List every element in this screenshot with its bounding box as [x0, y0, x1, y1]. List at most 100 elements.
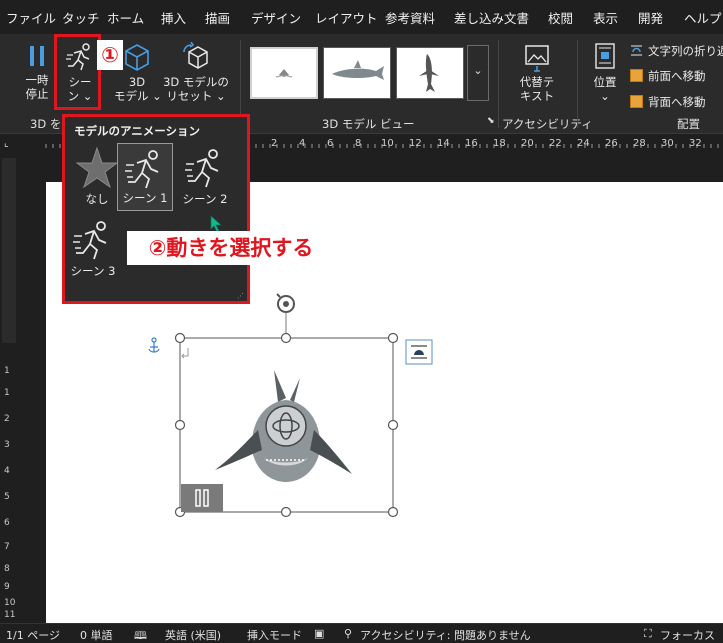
ruler-number: 8	[355, 138, 362, 149]
ruler-number: 26	[605, 138, 618, 149]
vruler-number: 8	[4, 564, 10, 574]
position-label: 位置	[593, 75, 617, 89]
pause-icon	[30, 46, 44, 66]
bring-forward-icon	[630, 69, 643, 82]
ruler-number: 10	[381, 138, 394, 149]
cube-icon	[125, 44, 149, 71]
position-icon	[595, 43, 615, 69]
pause-button[interactable]: 一時 停止	[20, 44, 54, 101]
dialog-launcher-icon[interactable]: ⬊	[487, 116, 495, 126]
layout-options-icon[interactable]	[405, 339, 433, 365]
wrap-text-button[interactable]: 文字列の折り返	[630, 43, 723, 59]
status-language[interactable]: 英語 (米国)	[165, 627, 221, 643]
vruler-number: 10	[4, 598, 16, 608]
vruler-number: 3	[4, 440, 10, 450]
ruler-number: 6	[327, 138, 334, 149]
tab-view[interactable]: 表示	[593, 8, 618, 27]
highlight-animation-panel	[62, 114, 250, 304]
status-words[interactable]: 0 単語	[80, 627, 113, 643]
position-button[interactable]: 位置 ⌄	[587, 42, 623, 103]
3d-model-selection[interactable]	[140, 290, 440, 530]
alt-text-icon	[525, 45, 549, 72]
rotate-handle-icon[interactable]	[276, 293, 295, 313]
tab-references[interactable]: 参考資料	[385, 8, 435, 27]
ruler-number: 20	[521, 138, 534, 149]
3d-rotate-control-icon[interactable]	[265, 405, 307, 447]
send-backward-label: 背面へ移動	[648, 95, 706, 109]
3d-model-label-2: モデル ⌄	[114, 89, 162, 103]
shark-front-icon	[275, 69, 293, 78]
tab-insert[interactable]: 挿入	[161, 8, 186, 27]
gallery-more-button[interactable]: ⌄	[467, 45, 489, 101]
group-label-arrange: 配置	[677, 117, 700, 131]
model-pause-button[interactable]	[181, 484, 223, 512]
tab-home[interactable]: ホーム	[107, 8, 144, 27]
pause-label-1: 一時	[25, 73, 49, 87]
step-2-callout: ②動きを選択する	[127, 231, 335, 265]
reset-cube-icon	[183, 41, 208, 69]
status-page[interactable]: 1/1 ページ	[6, 627, 60, 643]
tab-touch[interactable]: タッチ	[62, 8, 100, 27]
tab-developer[interactable]: 開発	[638, 8, 663, 27]
wrap-text-label: 文字列の折り返	[648, 44, 723, 58]
ruler-number: 24	[577, 138, 590, 149]
ruler-number: 12	[409, 138, 422, 149]
group-label-3d-animation: 3D を	[30, 117, 62, 131]
status-insert-mode[interactable]: 挿入モード	[247, 627, 302, 643]
tab-layout[interactable]: レイアウト	[315, 8, 378, 27]
ruler-number: 28	[633, 138, 646, 149]
step-1-badge: ①	[97, 40, 123, 70]
bring-forward-button[interactable]: 前面へ移動	[630, 68, 706, 84]
vruler-number: 11	[4, 610, 16, 620]
send-backward-button[interactable]: 背面へ移動	[630, 94, 706, 110]
tab-design[interactable]: デザイン	[251, 8, 301, 27]
ruler-number: 22	[549, 138, 562, 149]
shark-side-icon	[332, 60, 384, 80]
view-thumbnail-2[interactable]	[323, 47, 391, 99]
vruler-number: 6	[4, 518, 10, 528]
view-thumbnail-1[interactable]	[250, 47, 318, 99]
reset-3d-model-button[interactable]: 3D モデルの リセット ⌄	[163, 41, 229, 103]
vruler-number: 1	[4, 366, 10, 376]
proofing-icon[interactable]: 🕮	[134, 627, 147, 643]
ruler-number: 2	[271, 138, 278, 149]
status-accessibility[interactable]: アクセシビリティ: 問題ありません	[360, 627, 531, 643]
tab-draw[interactable]: 描画	[205, 8, 230, 27]
accessibility-icon: ⚲	[344, 627, 353, 640]
vruler-number: 1	[4, 388, 10, 398]
pause-label-2: 停止	[25, 87, 49, 101]
vruler-number: 2	[4, 414, 10, 424]
vruler-number: 9	[4, 582, 10, 592]
ruler-number: 30	[661, 138, 674, 149]
ruler-number: 18	[493, 138, 506, 149]
vruler-number: 4	[4, 466, 10, 476]
alt-text-label-1: 代替テ	[519, 75, 555, 89]
alt-text-label-2: キスト	[519, 89, 555, 103]
chevron-down-icon: ⌄	[473, 64, 483, 77]
bring-forward-label: 前面へ移動	[648, 69, 706, 83]
highlight-scene-button	[54, 34, 101, 110]
send-backward-icon	[630, 95, 643, 108]
view-thumbnail-3[interactable]	[396, 47, 464, 99]
alt-text-button[interactable]: 代替テ キスト	[512, 42, 562, 103]
vruler-number: 5	[4, 492, 10, 502]
focus-icon: ⛶	[644, 627, 652, 640]
anchor-icon	[148, 337, 160, 353]
ribbon-divider	[498, 40, 499, 128]
ruler-number: 16	[465, 138, 478, 149]
macro-record-icon[interactable]: ▣	[314, 627, 324, 640]
status-focus[interactable]: フォーカス	[660, 627, 715, 643]
ruler-number: 14	[437, 138, 450, 149]
tab-review[interactable]: 校閲	[548, 8, 573, 27]
shark-top-icon	[419, 54, 439, 92]
tab-help[interactable]: ヘルプ	[684, 8, 722, 27]
ruler-number: 4	[299, 138, 306, 149]
reset-label-2: リセット ⌄	[166, 89, 226, 103]
ruler-number: 32	[689, 138, 702, 149]
wrap-text-icon	[631, 45, 642, 56]
tab-mailings[interactable]: 差し込み文書	[454, 8, 529, 27]
status-bar: 1/1 ページ 0 単語 🕮 英語 (米国) 挿入モード ▣ ⚲ アクセシビリテ…	[0, 623, 723, 643]
group-label-accessibility: アクセシビリティ	[502, 117, 593, 131]
tab-file[interactable]: ファイル	[6, 8, 56, 27]
chevron-down-icon: ⌄	[600, 89, 610, 103]
